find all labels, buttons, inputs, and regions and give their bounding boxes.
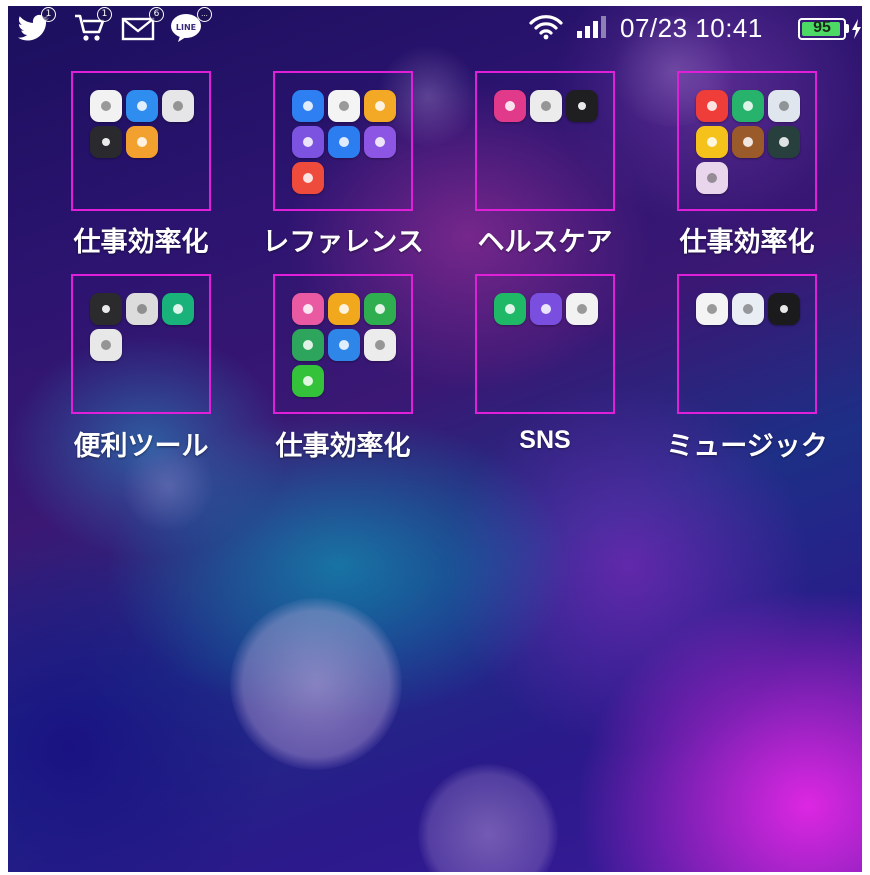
svg-text:LINE: LINE — [176, 23, 196, 32]
folder-label[interactable]: SNS — [450, 426, 640, 455]
wallpaper-bokeh — [230, 598, 402, 770]
line-chat-icon: LINE ... — [168, 7, 212, 44]
wallpaper-bokeh — [418, 764, 558, 872]
folder-label[interactable]: 便利ツール — [46, 424, 236, 463]
compass-app-icon — [162, 293, 194, 325]
folder-utilities[interactable] — [71, 274, 211, 414]
fitness-app-icon — [732, 90, 764, 122]
calendar-app-icon — [90, 90, 122, 122]
health-app-icon — [494, 90, 526, 122]
folder-label[interactable]: ヘルスケア — [450, 220, 640, 259]
notes-app-icon — [364, 90, 396, 122]
recorder-app-icon — [90, 293, 122, 325]
line-app-icon — [494, 293, 526, 325]
folder-label[interactable]: 仕事効率化 — [248, 424, 438, 463]
folder-productivity-1[interactable] — [71, 71, 211, 211]
voice-app-icon — [126, 293, 158, 325]
shopping-cart-icon: 1 — [72, 7, 112, 44]
music-note-app-icon — [696, 293, 728, 325]
table-app-icon — [328, 293, 360, 325]
folder-productivity-3[interactable] — [273, 274, 413, 414]
folder-label[interactable]: ミュージック — [652, 424, 842, 463]
watch-app-icon — [566, 90, 598, 122]
home-screen: 1 1 6 LINE ... 07/23 10:41 95 仕事効率化 レファレ… — [8, 6, 862, 872]
photos-app-icon — [566, 293, 598, 325]
wallet-app-icon — [530, 90, 562, 122]
battery-tip — [846, 24, 849, 33]
evernote-app-icon — [768, 126, 800, 158]
folder-music[interactable] — [677, 274, 817, 414]
shazam-app-icon — [732, 293, 764, 325]
mail-app-icon — [126, 90, 158, 122]
launcher-app-icon — [696, 90, 728, 122]
notification-badge: 6 — [149, 7, 164, 22]
folder-reference[interactable] — [273, 71, 413, 211]
status-bar: 1 1 6 LINE ... 07/23 10:41 95 — [8, 6, 862, 50]
camera-app-icon — [162, 90, 194, 122]
navigation-app-icon — [328, 126, 360, 158]
eraser-app-icon — [696, 162, 728, 194]
battery-indicator: 95 — [798, 18, 846, 40]
folder-sns[interactable] — [475, 274, 615, 414]
clock-app-icon — [328, 90, 360, 122]
twitter-icon: 1 — [16, 7, 56, 44]
settings-app-icon — [90, 126, 122, 158]
numbers-app-icon — [292, 365, 324, 397]
itunes-app-icon — [292, 293, 324, 325]
folder-label[interactable]: レファレンス — [248, 220, 438, 259]
charging-icon — [851, 18, 862, 52]
signal-strength-icon — [574, 12, 614, 46]
ideas-app-icon — [126, 126, 158, 158]
download-app-icon — [696, 126, 728, 158]
cloud-app-icon — [292, 90, 324, 122]
status-clock: 07/23 10:41 — [620, 13, 763, 43]
terminal-app-icon — [768, 293, 800, 325]
keynote-app-icon — [364, 293, 396, 325]
search-app-icon — [530, 293, 562, 325]
notification-badge: 1 — [97, 7, 112, 22]
folder-productivity-2[interactable] — [677, 71, 817, 211]
books-app-icon — [292, 162, 324, 194]
journal-app-icon — [732, 126, 764, 158]
find-app-icon — [90, 329, 122, 361]
folder-label[interactable]: 仕事効率化 — [652, 220, 842, 259]
notification-badge: 1 — [41, 7, 56, 22]
wifi-icon — [528, 12, 564, 46]
music-app-icon — [364, 126, 396, 158]
tools-app-icon — [328, 329, 360, 361]
battery-percent: 95 — [813, 19, 831, 36]
amazon-app-icon — [768, 90, 800, 122]
mail-icon: 6 — [120, 7, 164, 44]
folder-label[interactable]: 仕事効率化 — [46, 220, 236, 259]
folder-healthcare[interactable] — [475, 71, 615, 211]
notification-badge: ... — [197, 7, 212, 22]
evernote-app-icon — [292, 329, 324, 361]
blank-app-icon — [364, 329, 396, 361]
bookmark-app-icon — [292, 126, 324, 158]
